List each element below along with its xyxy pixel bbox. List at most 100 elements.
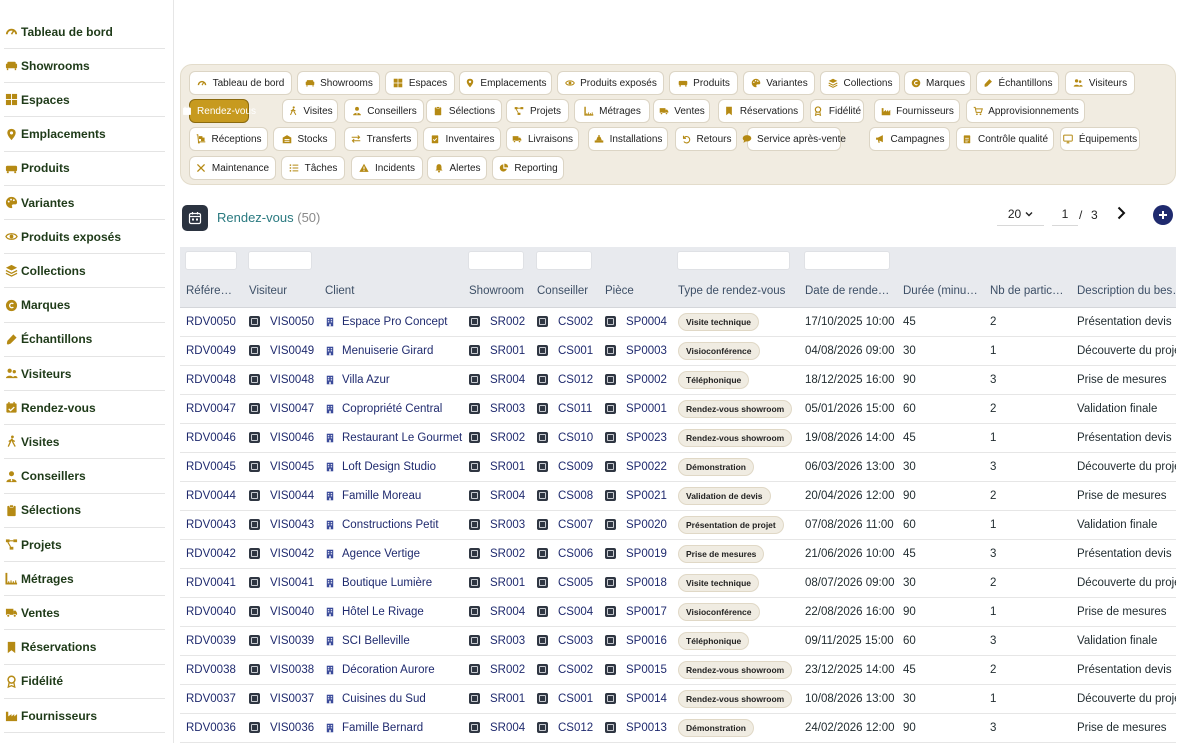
client-link[interactable]: Boutique Lumière	[342, 577, 432, 589]
client-link[interactable]: Constructions Petit	[342, 519, 439, 531]
client-link[interactable]: Menuiserie Girard	[342, 345, 433, 357]
piece-link[interactable]: SP0022	[626, 461, 667, 473]
table-row[interactable]: RDV0044 VIS0044 Famille Moreau SR004 CS008 SP…	[180, 481, 1176, 511]
piece-link[interactable]: SP0021	[626, 490, 667, 502]
column-filter-input[interactable]	[677, 251, 790, 270]
table-row[interactable]: RDV0037 VIS0037 Cuisines du Sud SR001 CS001 S…	[180, 684, 1176, 714]
visiteur-link[interactable]: VIS0041	[270, 577, 314, 589]
conseiller-link[interactable]: CS001	[558, 345, 593, 357]
column-header[interactable]: Référence	[180, 275, 243, 308]
sidebar-item[interactable]: Collections	[4, 254, 165, 289]
tab-item[interactable]: Emplacements	[459, 71, 552, 95]
client-link[interactable]: Loft Design Studio	[342, 461, 436, 473]
table-row[interactable]: RDV0046 VIS0046 Restaurant Le Gourmet SR002…	[180, 423, 1176, 453]
tab-item[interactable]: Alertes	[427, 156, 487, 180]
reference-cell[interactable]: RDV0041	[180, 568, 243, 598]
showroom-link[interactable]: SR002	[490, 548, 525, 560]
tab-item[interactable]: Variantes	[743, 71, 815, 95]
reference-cell[interactable]: RDV0045	[180, 452, 243, 482]
table-row[interactable]: RDV0036 VIS0036 Famille Bernard SR004 CS012 S…	[180, 713, 1176, 743]
sidebar-item[interactable]: Emplacements	[4, 118, 165, 152]
client-link[interactable]: Cuisines du Sud	[342, 693, 426, 705]
showroom-link[interactable]: SR001	[490, 693, 525, 705]
reference-cell[interactable]: RDV0047	[180, 394, 243, 424]
tab-item[interactable]: Incidents	[351, 156, 423, 180]
table-row[interactable]: RDV0045 VIS0045 Loft Design Studio SR001 CS0…	[180, 452, 1176, 482]
tab-item[interactable]: Métrages	[574, 99, 650, 123]
showroom-link[interactable]: SR001	[490, 461, 525, 473]
showroom-link[interactable]: SR004	[490, 374, 525, 386]
visiteur-link[interactable]: VIS0039	[270, 635, 314, 647]
tab-item[interactable]: Produits	[669, 71, 738, 95]
column-header[interactable]: Visiteur	[243, 275, 319, 308]
conseiller-link[interactable]: CS004	[558, 606, 593, 618]
tab-item[interactable]: Reporting	[492, 156, 564, 180]
reference-cell[interactable]: RDV0049	[180, 336, 243, 366]
visiteur-link[interactable]: VIS0044	[270, 490, 314, 502]
visiteur-link[interactable]: VIS0037	[270, 693, 314, 705]
tab-item[interactable]: Showrooms	[297, 71, 380, 95]
showroom-link[interactable]: SR002	[490, 432, 525, 444]
reference-cell[interactable]: RDV0050	[180, 307, 243, 337]
showroom-link[interactable]: SR001	[490, 577, 525, 589]
showroom-link[interactable]: SR002	[490, 316, 525, 328]
conseiller-link[interactable]: CS010	[558, 432, 593, 444]
sidebar-item[interactable]: Métrages	[4, 562, 165, 597]
table-row[interactable]: RDV0038 VIS0038 Décoration Aurore SR002 CS00…	[180, 655, 1176, 685]
sidebar-item[interactable]: Visiteurs	[4, 357, 165, 391]
tab-item[interactable]: Échantillons	[976, 71, 1059, 95]
reference-cell[interactable]: RDV0044	[180, 481, 243, 511]
client-link[interactable]: Espace Pro Concept	[342, 316, 447, 328]
reference-cell[interactable]: RDV0043	[180, 510, 243, 540]
tab-item[interactable]: Visites	[282, 99, 338, 123]
showroom-link[interactable]: SR003	[490, 403, 525, 415]
piece-link[interactable]: SP0018	[626, 577, 667, 589]
sidebar-item[interactable]: Showrooms	[4, 49, 165, 84]
piece-link[interactable]: SP0013	[626, 722, 667, 734]
client-link[interactable]: Famille Bernard	[342, 722, 423, 734]
table-row[interactable]: RDV0042 VIS0042 Agence Vertige SR002 CS006 SP…	[180, 539, 1176, 569]
tab-item[interactable]: Visiteurs	[1065, 71, 1135, 95]
tab-item[interactable]: Inventaires	[423, 127, 501, 151]
column-filter-input[interactable]	[536, 251, 592, 270]
tab-item[interactable]: Campagnes	[869, 127, 950, 151]
sidebar-item[interactable]: Tableau de bord	[4, 15, 165, 49]
sidebar-item[interactable]: Variantes	[4, 186, 165, 220]
visiteur-link[interactable]: VIS0050	[270, 316, 314, 328]
reference-cell[interactable]: RDV0040	[180, 597, 243, 627]
reference-cell[interactable]: RDV0039	[180, 626, 243, 656]
showroom-link[interactable]: SR002	[490, 664, 525, 676]
column-filter-input[interactable]	[468, 251, 524, 270]
column-header[interactable]: Type de rendez-vous	[672, 275, 799, 308]
piece-link[interactable]: SP0015	[626, 664, 667, 676]
reference-cell[interactable]: RDV0036	[180, 713, 243, 743]
tab-item[interactable]: Équipements	[1060, 127, 1140, 151]
column-header[interactable]: Conseiller	[531, 275, 599, 308]
client-link[interactable]: Restaurant Le Gourmet	[342, 432, 462, 444]
piece-link[interactable]: SP0004	[626, 316, 667, 328]
sidebar-item[interactable]: Produits exposés	[4, 220, 165, 255]
piece-link[interactable]: SP0017	[626, 606, 667, 618]
table-row[interactable]: RDV0043 VIS0043 Constructions Petit SR003 CS…	[180, 510, 1176, 540]
tab-item[interactable]: Conseillers	[344, 99, 424, 123]
table-row[interactable]: RDV0050 VIS0050 Espace Pro Concept SR002 CS0…	[180, 307, 1176, 337]
conseiller-link[interactable]: CS002	[558, 316, 593, 328]
column-filter-input[interactable]	[804, 251, 890, 270]
visiteur-link[interactable]: VIS0049	[270, 345, 314, 357]
tab-item[interactable]: Retours	[675, 127, 737, 151]
conseiller-link[interactable]: CS011	[558, 403, 592, 415]
sidebar-item[interactable]: Projets	[4, 528, 165, 562]
visiteur-link[interactable]: VIS0045	[270, 461, 314, 473]
tab-item[interactable]: Sélections	[426, 99, 502, 123]
showroom-link[interactable]: SR003	[490, 519, 525, 531]
conseiller-link[interactable]: CS007	[558, 519, 593, 531]
tab-item[interactable]: Maintenance	[189, 156, 276, 180]
client-link[interactable]: Agence Vertige	[342, 548, 420, 560]
visiteur-link[interactable]: VIS0043	[270, 519, 314, 531]
column-header[interactable]: Nb de partici…	[984, 275, 1071, 308]
sidebar-item[interactable]: Espaces	[4, 83, 165, 118]
conseiller-link[interactable]: CS006	[558, 548, 593, 560]
client-link[interactable]: Villa Azur	[342, 374, 390, 386]
page-number-input[interactable]	[1052, 203, 1078, 226]
visiteur-link[interactable]: VIS0042	[270, 548, 314, 560]
